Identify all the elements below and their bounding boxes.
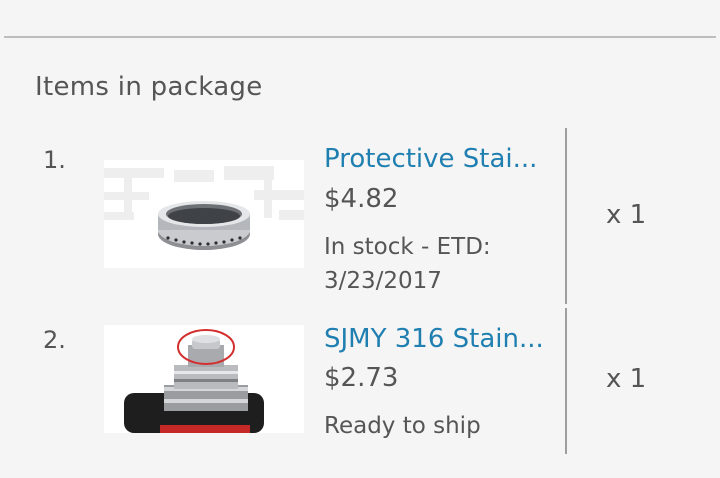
- ring-product-image: [104, 160, 304, 268]
- section-title: Items in package: [35, 72, 263, 102]
- item-quantity: x 1: [606, 364, 647, 394]
- atomizer-product-image: [104, 325, 304, 433]
- top-divider: [4, 36, 716, 38]
- product-title-link[interactable]: Protective Stai...: [324, 144, 560, 174]
- item-quantity: x 1: [606, 200, 647, 230]
- product-thumbnail[interactable]: [104, 160, 304, 268]
- stock-status: Ready to ship: [324, 413, 481, 439]
- product-price: $2.73: [324, 363, 399, 393]
- package-item: 1. Protective Stai... $4.82 In stock - E…: [0, 128, 720, 304]
- product-title-link[interactable]: SJMY 316 Stain...: [324, 324, 560, 354]
- item-index: 1.: [43, 146, 66, 174]
- column-divider: [565, 128, 567, 304]
- column-divider: [565, 308, 567, 454]
- product-thumbnail[interactable]: [104, 325, 304, 433]
- package-item: 2. SJMY 316 Stain... $2.73 Ready to ship…: [0, 308, 720, 454]
- product-price: $4.82: [324, 184, 399, 214]
- stock-status: In stock - ETD: 3/23/2017: [324, 234, 491, 294]
- item-index: 2.: [43, 326, 66, 354]
